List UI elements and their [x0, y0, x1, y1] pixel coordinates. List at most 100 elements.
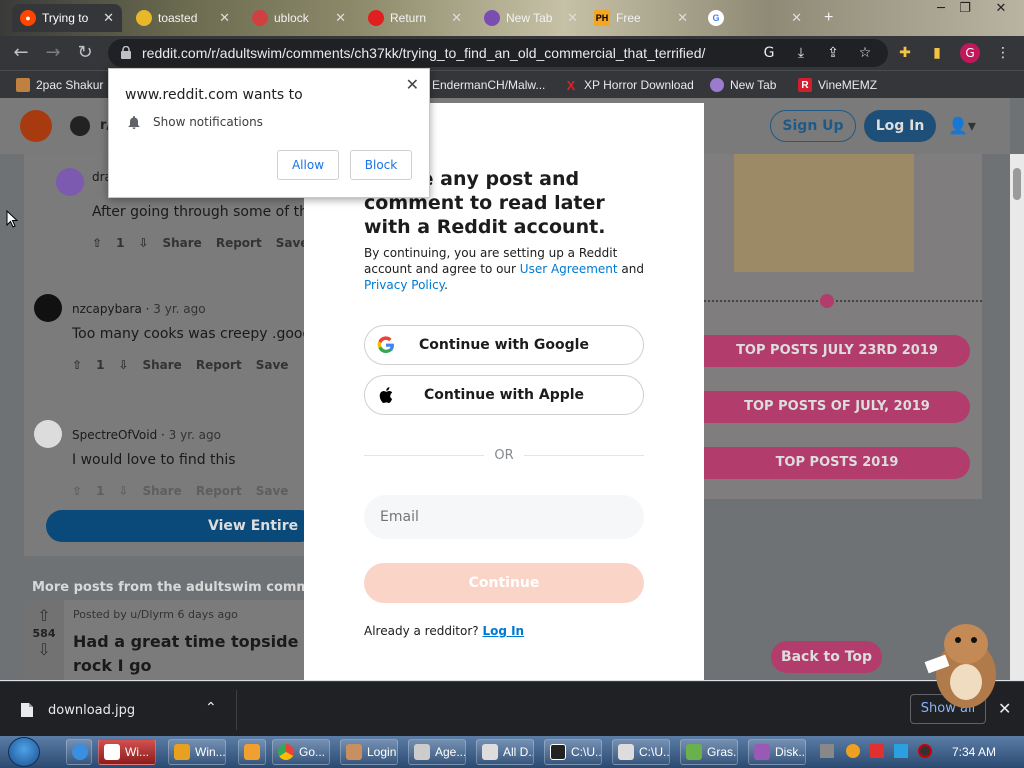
taskbar-item-all-d[interactable]: All D... [476, 739, 534, 765]
profile-avatar[interactable]: G [960, 43, 980, 63]
taskbar-item-7zip[interactable]: C:\U... [544, 739, 602, 765]
scrollbar-thumb[interactable] [1013, 168, 1021, 200]
internet-explorer-icon[interactable] [66, 739, 92, 765]
view-entire-discussion-button[interactable]: View Entire Di [46, 510, 316, 542]
google-lens-icon[interactable]: G [760, 44, 778, 62]
bookmark-2pac-shakur[interactable]: 2pac Shakur [16, 76, 103, 94]
share-button[interactable]: Share [142, 484, 181, 498]
taskbar-item-disk[interactable]: Disk... [748, 739, 806, 765]
close-icon[interactable]: ✕ [567, 10, 578, 26]
tray-search-icon[interactable] [846, 744, 860, 758]
close-icon[interactable]: ✕ [677, 10, 688, 26]
close-icon[interactable]: ✕ [103, 10, 114, 26]
close-window-icon[interactable]: ✕ [990, 0, 1012, 20]
comment-author[interactable]: SpectreOfVoid [72, 428, 157, 442]
continue-with-google-button[interactable]: Continue with Google [364, 325, 644, 365]
restore-icon[interactable]: ❐ [954, 0, 976, 20]
taskbar-item-explorer[interactable]: C:\U... [612, 739, 670, 765]
tab-toasted[interactable]: toasted ✕ [128, 4, 238, 32]
allow-button[interactable]: Allow [277, 150, 339, 180]
taskbar-item-chrome[interactable]: Go... [272, 739, 330, 765]
tab-trying-to[interactable]: ● Trying to ✕ [12, 4, 122, 32]
block-button[interactable]: Block [350, 150, 412, 180]
tab-ublock[interactable]: ublock ✕ [244, 4, 354, 32]
tray-volume-icon[interactable] [918, 744, 932, 758]
taskbar-item-app[interactable] [238, 739, 266, 765]
minimize-icon[interactable]: ─ [930, 0, 952, 20]
install-icon[interactable]: ⤓ [792, 44, 810, 62]
subreddit-icon[interactable] [70, 116, 90, 136]
upvote-icon[interactable]: ⇧ [92, 236, 102, 250]
downvote-icon[interactable]: ⇩ [138, 236, 148, 250]
downvote-icon[interactable]: ⇩ [118, 358, 128, 372]
upvote-icon[interactable]: ⇧ [72, 484, 82, 498]
close-icon[interactable]: ✕ [451, 10, 462, 26]
report-button[interactable]: Report [216, 236, 262, 250]
tab-return[interactable]: Return ✕ [360, 4, 470, 32]
share-button[interactable]: Share [142, 358, 181, 372]
post-title-line-2[interactable]: rock I go [73, 656, 152, 675]
taskbar-item-age[interactable]: Age... [408, 739, 466, 765]
tab-free[interactable]: PH Free ✕ [586, 4, 696, 32]
bookmark-endermanch[interactable]: EndermanCH/Malw... [432, 76, 545, 94]
new-tab-button[interactable]: + [816, 4, 840, 32]
start-button[interactable] [8, 737, 40, 767]
side-panel-icon[interactable]: ▮ [928, 44, 946, 62]
taskbar-item-win[interactable]: Win... [168, 739, 226, 765]
tray-icon[interactable] [820, 744, 834, 758]
post-card[interactable]: ⇧ 584 ⇩ Posted by u/Dlyrm 6 days ago Had… [24, 600, 334, 680]
reddit-logo-icon[interactable] [20, 110, 52, 142]
top-posts-july-2019-button[interactable]: TOP POSTS OF JULY, 2019 [704, 391, 970, 423]
log-in-button[interactable]: Log In [864, 110, 936, 142]
bookmark-vinememz[interactable]: R VineMEMZ [798, 76, 877, 94]
forward-arrow-icon[interactable]: → [42, 42, 64, 64]
share-icon[interactable]: ⇪ [824, 44, 842, 62]
save-button[interactable]: Save [256, 484, 289, 498]
comment-author[interactable]: nzcapybara [72, 302, 142, 316]
upvote-icon[interactable]: ⇧ [24, 606, 64, 625]
scrollbar[interactable] [1010, 154, 1024, 680]
system-clock[interactable]: 7:34 AM [952, 745, 996, 759]
continue-with-apple-button[interactable]: Continue with Apple [364, 375, 644, 415]
close-icon[interactable]: ✕ [406, 75, 419, 94]
share-button[interactable]: Share [162, 236, 201, 250]
taskbar-item-login[interactable]: Login [340, 739, 398, 765]
tray-flag-icon[interactable] [870, 744, 884, 758]
chevron-up-icon[interactable]: ⌃ [205, 700, 217, 716]
bookmark-new-tab[interactable]: New Tab [710, 76, 776, 94]
log-in-link[interactable]: Log In [482, 624, 524, 638]
post-title[interactable]: Had a great time topside tod [73, 632, 334, 651]
report-button[interactable]: Report [196, 484, 242, 498]
back-to-top-button[interactable]: Back to Top [771, 641, 882, 673]
menu-kebab-icon[interactable]: ⋮ [994, 44, 1012, 62]
reload-icon[interactable]: ↻ [74, 42, 96, 64]
avatar[interactable] [34, 420, 62, 448]
top-posts-2019-button[interactable]: TOP POSTS 2019 [704, 447, 970, 479]
back-arrow-icon[interactable]: ← [10, 42, 32, 64]
carousel-dot[interactable] [820, 294, 834, 308]
upvote-icon[interactable]: ⇧ [72, 358, 82, 372]
avatar[interactable] [56, 168, 84, 196]
user-agreement-link[interactable]: User Agreement [520, 262, 618, 276]
tray-network-icon[interactable] [894, 744, 908, 758]
top-posts-july-23-2019-button[interactable]: TOP POSTS JULY 23RD 2019 [704, 335, 970, 367]
continue-button[interactable]: Continue [364, 563, 644, 603]
close-icon[interactable]: ✕ [791, 10, 802, 26]
close-icon[interactable]: ✕ [335, 10, 346, 26]
downvote-icon[interactable]: ⇩ [118, 484, 128, 498]
close-icon[interactable]: ✕ [219, 10, 230, 26]
taskbar-item-wi[interactable]: Wi... [98, 739, 156, 765]
avatar[interactable] [34, 294, 62, 322]
taskbar-item-gras[interactable]: Gras... [680, 739, 738, 765]
user-menu-icon[interactable]: 👤▾ [948, 116, 976, 135]
report-button[interactable]: Report [196, 358, 242, 372]
email-field[interactable] [364, 495, 644, 539]
download-item[interactable]: download.jpg [20, 702, 135, 718]
privacy-policy-link[interactable]: Privacy Policy [364, 278, 444, 292]
tab-new-tab[interactable]: New Tab ✕ [476, 4, 586, 32]
extensions-puzzle-icon[interactable]: ✚ [896, 44, 914, 62]
bookmark-xp-horror[interactable]: X XP Horror Download [564, 76, 694, 94]
downvote-icon[interactable]: ⇩ [24, 640, 64, 659]
sign-up-button[interactable]: Sign Up [770, 110, 856, 142]
tab-google[interactable]: G ✕ [700, 4, 810, 32]
